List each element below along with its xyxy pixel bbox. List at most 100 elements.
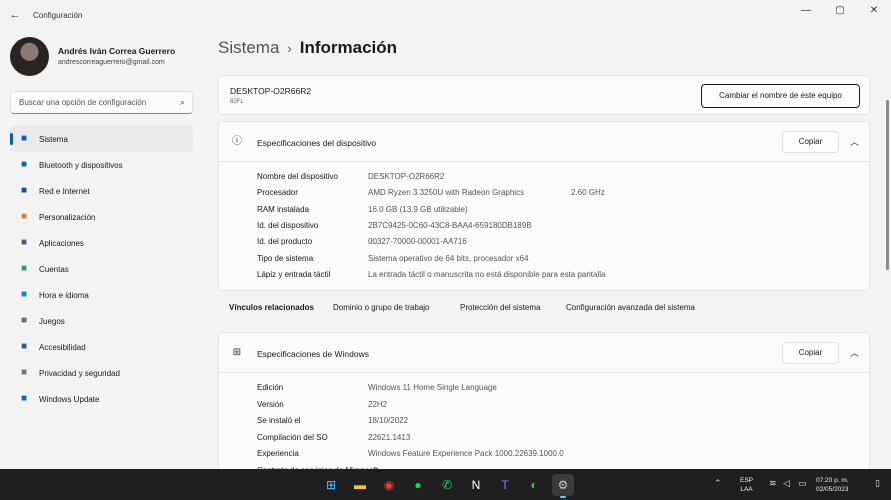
sidebar-item-label: Accesibilidad — [39, 343, 86, 352]
windows-start-icon[interactable]: ⊞ — [320, 474, 342, 496]
windows-specs-details: Edición Windows 11 Home Single Language Ve… — [218, 373, 870, 469]
sidebar-item-monitor[interactable]: ■ Sistema — [10, 126, 193, 152]
active-indicator — [10, 133, 13, 145]
spec-label: Procesador — [257, 188, 298, 198]
shield-icon: ■ — [20, 367, 28, 378]
globe-clock-icon: ■ — [20, 289, 28, 300]
user-profile[interactable]: Andrés Iván Correa Guerrero andrescorrea… — [10, 37, 210, 77]
search-input[interactable]: Buscar una opción de configuración ⌕ — [10, 91, 193, 114]
wifi-icon[interactable]: ≋ — [769, 478, 777, 489]
teams-icon[interactable]: T — [494, 474, 516, 496]
language-indicator[interactable]: ESP LAA — [740, 476, 753, 494]
chevron-up-icon[interactable]: ︿ — [850, 135, 859, 148]
keyboard-layout: LAA — [740, 486, 753, 493]
device-specs-details: Nombre del dispositivo DESKTOP-O2R66R2 Pro… — [218, 162, 870, 291]
spec-value: 2B7C9425-0C60-43C8-BAA4-659180DB189B — [368, 220, 532, 230]
sidebar-item-gamepad[interactable]: ■ Juegos — [10, 308, 193, 334]
sidebar-item-globe-clock[interactable]: ■ Hora e idioma — [10, 282, 193, 308]
monitor-icon: ■ — [20, 133, 28, 144]
spec-label: Tipo de sistema — [257, 253, 314, 263]
sidebar-item-accessibility[interactable]: ■ Accesibilidad — [10, 334, 193, 360]
sidebar-item-shield[interactable]: ■ Privacidad y seguridad — [10, 360, 193, 386]
sidebar-item-label: Hora e idioma — [39, 291, 89, 300]
back-arrow-icon[interactable]: ← — [8, 8, 22, 22]
sidebar-item-label: Personalización — [39, 213, 96, 222]
language-code: ESP — [740, 477, 754, 484]
speaker-icon[interactable]: ◁ — [783, 478, 790, 489]
copy-device-specs-button[interactable]: Copiar — [782, 131, 839, 153]
maximize-button[interactable]: ▢ — [823, 0, 857, 22]
notification-icon[interactable]: ▯ — [875, 478, 880, 489]
copy-windows-specs-button[interactable]: Copiar — [782, 342, 839, 364]
windows-specs-header[interactable]: ⊞ Especificaciones de Windows Copiar ︿ — [218, 332, 870, 373]
spec-value: DESKTOP-O2R66R2 — [368, 172, 445, 181]
device-name-card: DESKTOP-O2R66R2 82FL Cambiar el nombre d… — [218, 75, 870, 115]
taskbar: ⌃ ESP LAA ≋ ◁ ▭ 07:20 p. m. 02/05/2023 ▯… — [0, 469, 891, 500]
battery-icon[interactable]: ▭ — [798, 478, 807, 489]
spec-value: 16.0 GB (13.9 GB utilizable) — [368, 204, 468, 214]
sidebar-item-apps[interactable]: ■ Aplicaciones — [10, 230, 193, 256]
profile-email: andrescorreaguerrero@gmail.com — [58, 59, 165, 66]
chevron-up-icon[interactable]: ︿ — [850, 346, 859, 359]
settings-icon[interactable]: ⚙ — [552, 474, 574, 498]
sidebar-item-label: Bluetooth y dispositivos — [39, 161, 123, 170]
clock-date: 02/05/2023 — [816, 486, 849, 493]
sidebar-item-label: Cuentas — [39, 265, 69, 274]
spec-label: Id. del dispositivo — [257, 220, 319, 230]
spec-label: Experiencia — [257, 449, 299, 458]
wifi-icon: ■ — [20, 185, 28, 196]
device-specs-header[interactable]: ⓘ Especificaciones del dispositivo Copia… — [218, 121, 870, 162]
breadcrumb: Sistema › Información — [218, 38, 397, 62]
spec-label: Compilación del SO — [257, 432, 328, 442]
link-domain-workgroup[interactable]: Dominio o grupo de trabajo — [333, 303, 430, 312]
sidebar-item-label: Aplicaciones — [39, 239, 84, 248]
spec-extra-value: 2.60 GHz — [571, 188, 605, 198]
chrome-icon[interactable]: ◉ — [378, 474, 400, 496]
sidebar-item-person[interactable]: ■ Cuentas — [10, 256, 193, 282]
spec-label: RAM instalada — [257, 204, 310, 214]
clock[interactable]: 07:20 p. m. 02/05/2023 — [816, 476, 849, 494]
spec-label: Nombre del dispositivo — [257, 172, 338, 181]
device-name: DESKTOP-O2R66R2 — [230, 86, 312, 96]
spec-value: 22H2 — [368, 399, 388, 409]
sidebar-item-wifi[interactable]: ■ Red e Internet — [10, 178, 193, 204]
file-explorer-icon[interactable]: ▬ — [349, 474, 371, 496]
windows-specs-title: Especificaciones de Windows — [257, 349, 369, 359]
sidebar-item-bluetooth[interactable]: ■ Bluetooth y dispositivos — [10, 152, 193, 178]
sidebar-item-update[interactable]: ■ Windows Update — [10, 386, 193, 412]
spec-value: 00327-70000-00001-AA716 — [368, 237, 467, 247]
related-links: Vínculos relacionados Dominio o grupo de… — [218, 291, 870, 326]
link-advanced-system-settings[interactable]: Configuración avanzada del sistema — [566, 303, 695, 312]
sidebar-item-label: Juegos — [39, 317, 65, 326]
close-button[interactable]: ✕ — [857, 0, 891, 22]
clipchamp-icon[interactable]: ◐ — [523, 474, 545, 496]
update-icon: ■ — [20, 393, 28, 404]
spec-label: Versión — [257, 399, 284, 409]
spotify-icon[interactable]: ● — [407, 474, 429, 496]
app-title: Configuración — [33, 11, 83, 20]
notion-icon[interactable]: N — [465, 474, 487, 496]
related-links-title: Vínculos relacionados — [229, 303, 314, 312]
rename-pc-button[interactable]: Cambiar el nombre de este equipo — [701, 84, 860, 108]
minimize-button[interactable]: — — [789, 0, 823, 22]
device-model: 82FL — [230, 99, 244, 105]
sidebar-nav: ■ Sistema ■ Bluetooth y dispositivos ■ Red e … — [10, 126, 193, 412]
profile-name: Andrés Iván Correa Guerrero — [58, 46, 176, 56]
breadcrumb-parent[interactable]: Sistema — [218, 38, 279, 57]
spec-label: Lápiz y entrada táctil — [257, 269, 331, 279]
spec-label: Se instaló el — [257, 416, 301, 425]
apps-icon: ■ — [20, 237, 28, 248]
chevron-up-icon[interactable]: ⌃ — [714, 478, 722, 489]
spec-value: Sistema operativo de 64 bits, procesador… — [368, 253, 529, 263]
sidebar-item-brush[interactable]: ■ Personalización — [10, 204, 193, 230]
sidebar-item-label: Privacidad y seguridad — [39, 369, 120, 378]
gamepad-icon: ■ — [20, 315, 28, 326]
sidebar-item-label: Red e Internet — [39, 187, 90, 196]
search-placeholder: Buscar una opción de configuración — [19, 98, 147, 107]
whatsapp-icon[interactable]: ✆ — [436, 474, 458, 496]
info-icon: ⓘ — [232, 136, 242, 147]
link-system-protection[interactable]: Protección del sistema — [460, 303, 540, 312]
windows-logo-icon: ⊞ — [232, 347, 242, 358]
scrollbar[interactable] — [886, 100, 889, 270]
accessibility-icon: ■ — [20, 341, 28, 352]
